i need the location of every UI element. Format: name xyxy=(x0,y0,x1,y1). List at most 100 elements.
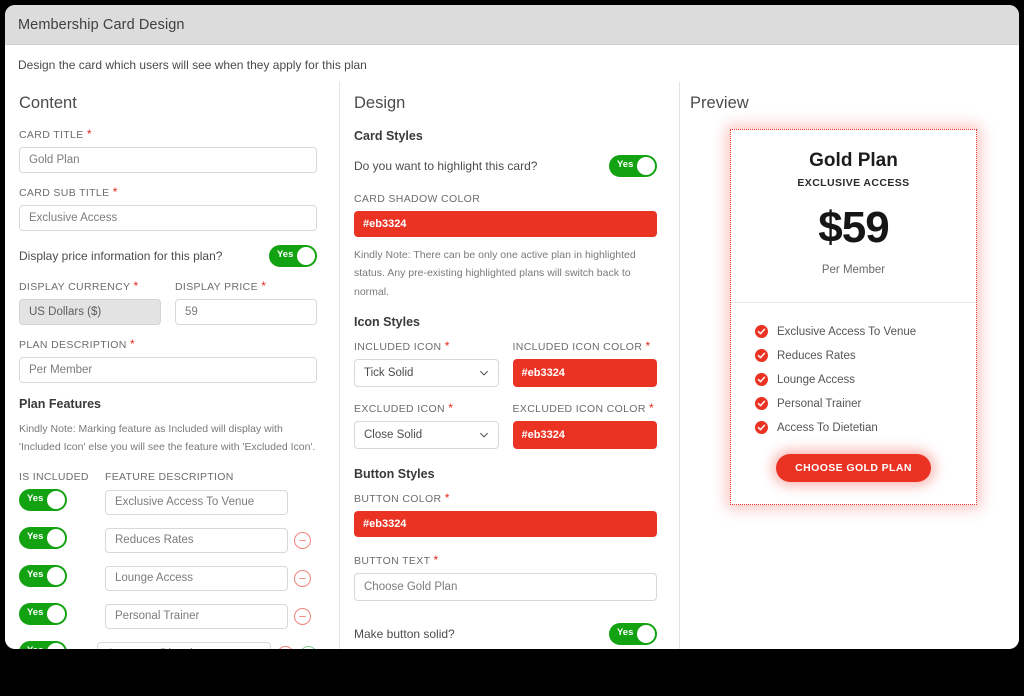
excluded-icon-color-label: EXCLUDED ICON COLOR * xyxy=(512,401,655,416)
preview-button-wrap: CHOOSE GOLD PLAN xyxy=(731,454,976,482)
remove-feature-icon[interactable]: − xyxy=(294,569,311,587)
card-shadow-color-label: CARD SHADOW COLOR xyxy=(354,193,481,205)
excluded-icon-field: EXCLUDED ICON * Close Solid xyxy=(354,401,499,450)
window-titlebar: Membership Card Design xyxy=(5,5,1019,45)
required-star: * xyxy=(444,491,450,506)
feature-included-toggle[interactable]: Yes xyxy=(19,526,67,549)
toggle-state-label: Yes xyxy=(617,627,634,639)
card-sub-title-label: CARD SUB TITLE * xyxy=(19,185,118,199)
feature-included-toggle[interactable]: Yes xyxy=(19,564,67,587)
included-icon-color-input[interactable]: #eb3324 xyxy=(512,359,657,388)
excluded-icon-select[interactable]: Close Solid xyxy=(354,421,499,450)
highlight-card-toggle[interactable]: Yes xyxy=(609,155,657,177)
tick-solid-icon xyxy=(755,421,768,434)
feature-row: Yes − xyxy=(19,602,317,630)
tick-solid-icon xyxy=(755,349,768,362)
preview-feature-label: Access To Dietetian xyxy=(777,421,878,434)
button-color-input[interactable]: #eb3324 xyxy=(354,511,657,538)
design-column: Design Card Styles Do you want to highli… xyxy=(339,82,679,649)
display-currency-input[interactable] xyxy=(19,299,161,325)
make-button-solid-toggle[interactable]: Yes xyxy=(609,623,657,646)
required-star: * xyxy=(129,337,136,351)
preview-heading: Preview xyxy=(690,94,749,112)
plan-description-input[interactable] xyxy=(19,357,317,383)
toggle-state-label: Yes xyxy=(27,645,43,649)
display-price-toggle[interactable]: Yes xyxy=(269,245,317,267)
toggle-knob xyxy=(47,604,65,623)
highlight-card-question-label: Do you want to highlight this card? xyxy=(354,159,538,173)
plan-features-heading: Plan Features xyxy=(19,397,101,411)
feature-description-input[interactable] xyxy=(97,641,271,649)
toggle-state-label: Yes xyxy=(27,568,44,580)
card-shadow-color-field: CARD SHADOW COLOR #eb3324 xyxy=(354,193,657,237)
highlight-note: Kindly Note: There can be only one activ… xyxy=(354,249,636,298)
feature-included-cell: Yes xyxy=(19,640,97,649)
chevron-down-icon xyxy=(479,371,488,376)
preview-feature-label: Lounge Access xyxy=(777,373,856,386)
excluded-icon-value: Close Solid xyxy=(364,429,423,442)
button-text-input[interactable] xyxy=(354,573,657,602)
icon-styles-heading: Icon Styles xyxy=(354,315,420,330)
feature-row: Yes − xyxy=(19,526,317,554)
required-star: * xyxy=(433,553,439,568)
chevron-down-icon xyxy=(479,433,488,438)
card-sub-title-field: CARD SUB TITLE * xyxy=(19,185,317,231)
feature-description-input[interactable] xyxy=(105,527,288,553)
toggle-knob xyxy=(637,625,655,644)
features-table-header: IS INCLUDED FEATURE DESCRIPTION xyxy=(19,471,317,483)
feature-row: Yes xyxy=(19,488,317,516)
feature-included-toggle[interactable]: Yes xyxy=(19,488,67,511)
toggle-state-label: Yes xyxy=(277,249,294,260)
button-color-field: BUTTON COLOR * #eb3324 xyxy=(354,491,657,538)
content-column: Content CARD TITLE * CARD SUB TITLE * Di… xyxy=(5,82,339,649)
required-star: * xyxy=(645,339,651,354)
feature-description-input[interactable] xyxy=(105,603,288,629)
card-title-field: CARD TITLE * xyxy=(19,128,317,173)
currency-price-row: DISPLAY CURRENCY * DISPLAY PRICE * xyxy=(19,279,317,325)
toggle-knob xyxy=(47,490,65,509)
feature-description-input[interactable] xyxy=(105,489,288,515)
button-text-field: BUTTON TEXT * xyxy=(354,553,657,602)
display-price-question-label: Display price information for this plan? xyxy=(19,249,223,263)
design-heading: Design xyxy=(354,94,406,112)
feature-row: Yes − + xyxy=(19,640,317,649)
preview-feature-item: Lounge Access xyxy=(755,373,976,386)
included-icon-label: INCLUDED ICON * xyxy=(354,339,450,354)
toggle-state-label: Yes xyxy=(27,606,44,618)
preview-feature-item: Personal Trainer xyxy=(755,397,976,410)
plan-description-field: PLAN DESCRIPTION * xyxy=(19,337,317,383)
card-shadow-color-input[interactable]: #eb3324 xyxy=(354,211,657,237)
required-star: * xyxy=(133,279,139,293)
remove-feature-icon[interactable]: − xyxy=(277,645,294,649)
add-feature-icon[interactable]: + xyxy=(300,645,317,649)
card-sub-title-input[interactable] xyxy=(19,205,317,231)
tick-solid-icon xyxy=(755,397,768,410)
feature-description-input[interactable] xyxy=(105,565,288,591)
choose-plan-button[interactable]: CHOOSE GOLD PLAN xyxy=(776,454,931,482)
highlight-card-row: Do you want to highlight this card? Yes xyxy=(354,155,657,177)
preview-card-subtitle: EXCLUSIVE ACCESS xyxy=(797,177,910,189)
remove-feature-icon[interactable]: − xyxy=(294,607,311,625)
features-col-description-label: FEATURE DESCRIPTION xyxy=(105,470,234,483)
feature-rows: Yes Yes − Yes − Yes − Yes − + xyxy=(19,488,317,649)
preview-feature-label: Exclusive Access To Venue xyxy=(777,325,917,338)
feature-included-toggle[interactable]: Yes xyxy=(19,640,67,649)
button-styles-heading: Button Styles xyxy=(354,467,435,482)
included-icon-select[interactable]: Tick Solid xyxy=(354,359,499,388)
card-title-input[interactable] xyxy=(19,147,317,173)
display-price-input[interactable] xyxy=(175,299,317,325)
excluded-icon-color-input[interactable]: #eb3324 xyxy=(512,421,657,450)
features-col-included-label: IS INCLUDED xyxy=(19,470,89,483)
preview-card-divider xyxy=(731,302,976,303)
required-star: * xyxy=(448,401,454,416)
included-icon-value: Tick Solid xyxy=(364,367,414,380)
feature-included-toggle[interactable]: Yes xyxy=(19,602,67,625)
excluded-icon-row: EXCLUDED ICON * Close Solid EXCLUDED ICO… xyxy=(354,401,657,450)
plan-description-label: PLAN DESCRIPTION * xyxy=(19,337,136,351)
toggle-knob xyxy=(47,528,65,547)
remove-feature-icon[interactable]: − xyxy=(294,531,311,549)
toggle-knob xyxy=(297,247,315,265)
preview-column: Preview Gold Plan EXCLUSIVE ACCESS $59 P… xyxy=(679,82,1019,649)
preview-card: Gold Plan EXCLUSIVE ACCESS $59 Per Membe… xyxy=(730,129,977,505)
required-star: * xyxy=(649,401,655,416)
